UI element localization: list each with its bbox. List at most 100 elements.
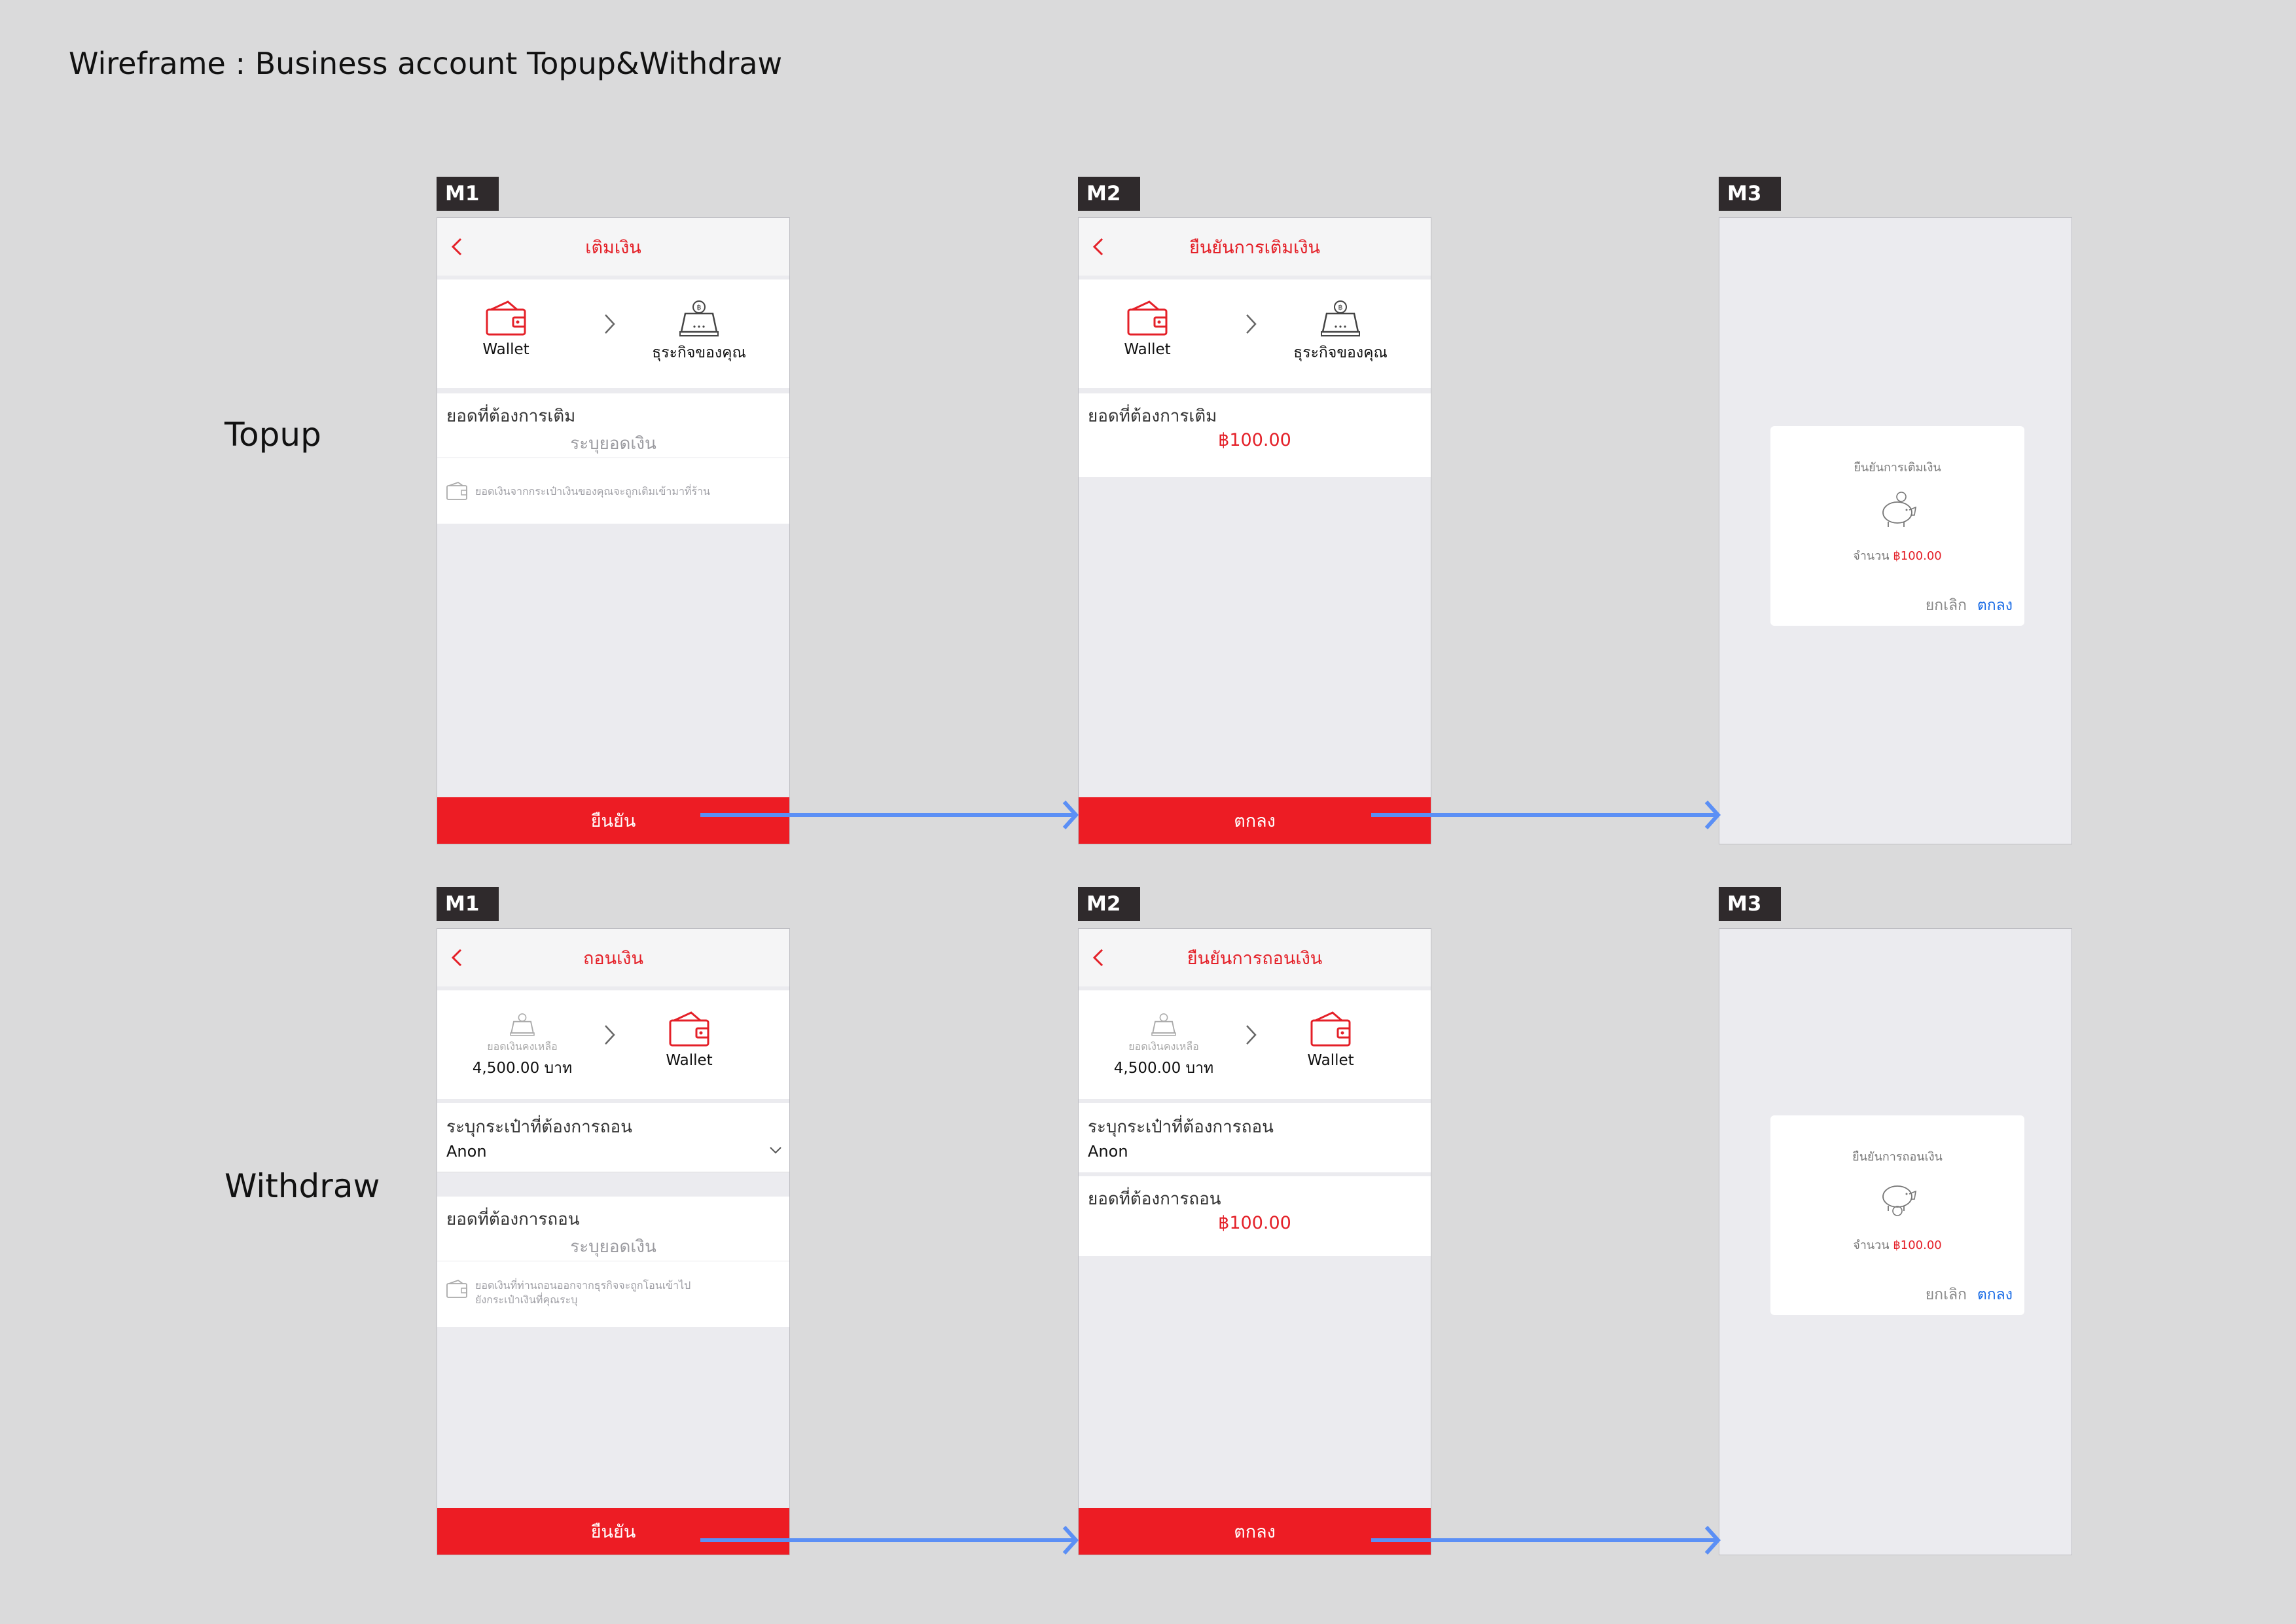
topup-m2-screen: ยืนยันการเติมเงิน Wallet ฿ ธุระกิจของคุณ xyxy=(1078,217,1431,844)
dialog-amount-label: จำนวน xyxy=(1853,1238,1890,1252)
chevron-down-icon[interactable] xyxy=(768,1145,783,1155)
screen-title: ยืนยันการเติมเงิน xyxy=(1189,237,1320,258)
amount-value: ฿100.00 xyxy=(1218,430,1291,450)
business-register-icon: ฿ xyxy=(679,300,719,336)
source-label: Wallet xyxy=(1124,341,1171,358)
source-label: Wallet xyxy=(482,341,529,358)
business-register-icon xyxy=(1151,1013,1176,1036)
confirm-dialog: ยืนยันการเติมเงิน จำนวน ฿100.00 ยกเลิก ต… xyxy=(1770,426,2024,626)
topup-m1-screen: เติมเงิน Wallet ฿ ธุระกิจของคุณ ยอดที่ต้… xyxy=(437,217,790,844)
chevron-right-icon xyxy=(605,1025,615,1045)
dialog-amount: จำนวน ฿100.00 xyxy=(1770,546,2024,565)
screen-title: ยืนยันการถอนเงิน xyxy=(1187,948,1323,969)
flow-arrow-topup-m1-m2 xyxy=(700,800,1079,830)
back-chevron-icon[interactable] xyxy=(445,234,471,260)
amount-input[interactable]: ระบุยอดเงิน xyxy=(437,1233,789,1260)
source-business: ยอดเงินคงเหลือ 4,500.00 บาท xyxy=(1105,1013,1223,1080)
dialog-title: ยืนยันการถอนเงิน xyxy=(1852,1150,1943,1164)
target-label: ธุระกิจของคุณ xyxy=(1293,344,1388,361)
chevron-right-icon xyxy=(1246,314,1257,334)
balance-value: 4,500.00 บาท xyxy=(1113,1060,1214,1077)
amount-label: ยอดที่ต้องการเติม xyxy=(446,406,576,426)
piggy-bank-icon xyxy=(1882,492,1917,527)
wallet-value: Anon xyxy=(1088,1142,1128,1161)
target-wallet: Wallet xyxy=(1301,1010,1360,1069)
nav-header: ยืนยันการเติมเงิน xyxy=(1079,218,1431,276)
amount-label: ยอดที่ต้องการถอน xyxy=(446,1210,580,1229)
back-chevron-icon[interactable] xyxy=(445,945,471,971)
amount-label: ยอดที่ต้องการถอน xyxy=(1088,1189,1221,1209)
amount-section: ยอดที่ต้องการถอน ฿100.00 xyxy=(1079,1176,1431,1256)
business-register-icon xyxy=(510,1013,535,1036)
screen-tag-topup-m1: M1 xyxy=(437,177,499,211)
piggy-bank-icon xyxy=(1882,1185,1917,1216)
wallet-label: ระบุกระเป๋าที่ต้องการถอน xyxy=(1088,1117,1274,1137)
balance-caption: ยอดเงินคงเหลือ xyxy=(1128,1040,1199,1053)
wallet-select-label: ระบุกระเป๋าที่ต้องการถอน xyxy=(446,1117,632,1137)
amount-label: ยอดที่ต้องการเติม xyxy=(1088,406,1217,426)
wallet-outline-icon xyxy=(446,481,467,500)
info-note: ยอดเงินจากกระเป๋าเงินของคุณจะถูกเติมเข้า… xyxy=(437,458,789,524)
dialog-amount-value: ฿100.00 xyxy=(1893,549,1942,563)
note-line-2: ยังกระเป๋าเงินที่คุณระบุ xyxy=(475,1293,578,1306)
target-business: ฿ ธุระกิจของคุณ xyxy=(1288,299,1393,365)
nav-header: ยืนยันการถอนเงิน xyxy=(1079,929,1431,986)
withdraw-m3-screen: ยืนยันการถอนเงิน จำนวน ฿100.00 ยกเลิก ตก… xyxy=(1719,928,2072,1555)
svg-text:฿: ฿ xyxy=(697,303,702,312)
flow-arrow-withdraw-m1-m2 xyxy=(700,1525,1079,1555)
screen-tag-withdraw-m1: M1 xyxy=(437,887,499,921)
target-business: ฿ ธุระกิจของคุณ xyxy=(647,299,751,365)
flow-arrow-topup-m2-m3 xyxy=(1371,800,1721,830)
source-wallet: Wallet xyxy=(476,299,535,358)
target-label: Wallet xyxy=(666,1052,713,1069)
wallet-select-section: ระบุกระเป๋าที่ต้องการถอน Anon xyxy=(437,1103,789,1172)
withdraw-m1-screen: ถอนเงิน ยอดเงินคงเหลือ 4,500.00 บาท Wall… xyxy=(437,928,790,1555)
target-wallet: Wallet xyxy=(660,1010,719,1069)
nav-header: เติมเงิน xyxy=(437,218,789,276)
wallet-icon xyxy=(1310,1011,1351,1047)
transfer-flow: ยอดเงินคงเหลือ 4,500.00 บาท Wallet xyxy=(1079,990,1431,1099)
screen-title: เติมเงิน xyxy=(585,237,641,258)
ok-button[interactable]: ตกลง xyxy=(1977,1283,2013,1307)
row-label-topup: Topup xyxy=(224,416,321,454)
back-chevron-icon[interactable] xyxy=(1086,234,1113,260)
wallet-select-value[interactable]: Anon xyxy=(446,1142,487,1161)
info-note: ยอดเงินที่ท่านถอนออกจากธุรกิจจะถูกโอนเข้… xyxy=(437,1261,789,1327)
source-wallet: Wallet xyxy=(1118,299,1177,358)
row-label-withdraw: Withdraw xyxy=(224,1167,380,1205)
page-title: Wireframe : Business account Topup&Withd… xyxy=(69,46,783,81)
screen-tag-withdraw-m2: M2 xyxy=(1078,887,1140,921)
withdraw-m2-screen: ยืนยันการถอนเงิน ยอดเงินคงเหลือ 4,500.00… xyxy=(1078,928,1431,1555)
amount-section: ยอดที่ต้องการถอน ระบุยอดเงิน xyxy=(437,1197,789,1261)
business-register-icon: ฿ xyxy=(1321,300,1360,336)
dialog-amount-label: จำนวน xyxy=(1853,549,1890,563)
screen-tag-withdraw-m3: M3 xyxy=(1719,887,1781,921)
dialog-amount: จำนวน ฿100.00 xyxy=(1770,1235,2024,1254)
cancel-button[interactable]: ยกเลิก xyxy=(1926,594,1967,617)
amount-section: ยอดที่ต้องการเติม ฿100.00 xyxy=(1079,393,1431,477)
transfer-flow: ยอดเงินคงเหลือ 4,500.00 บาท Wallet xyxy=(437,990,789,1099)
cancel-button[interactable]: ยกเลิก xyxy=(1926,1283,1967,1307)
chevron-right-icon xyxy=(605,314,615,334)
wallet-outline-icon xyxy=(446,1279,467,1298)
amount-input[interactable]: ระบุยอดเงิน xyxy=(437,430,789,457)
target-label: Wallet xyxy=(1307,1052,1354,1069)
wallet-icon xyxy=(669,1011,709,1047)
chevron-right-icon xyxy=(1246,1025,1257,1045)
dialog-title: ยืนยันการเติมเงิน xyxy=(1854,461,1941,475)
ok-button[interactable]: ตกลง xyxy=(1977,594,2013,617)
screen-title: ถอนเงิน xyxy=(583,948,643,969)
note-text: ยอดเงินจากกระเป๋าเงินของคุณจะถูกเติมเข้า… xyxy=(475,485,710,497)
balance-value: 4,500.00 บาท xyxy=(472,1060,573,1077)
confirm-dialog: ยืนยันการถอนเงิน จำนวน ฿100.00 ยกเลิก ตก… xyxy=(1770,1115,2024,1315)
wallet-icon xyxy=(1127,300,1168,336)
balance-caption: ยอดเงินคงเหลือ xyxy=(487,1040,558,1053)
transfer-flow: Wallet ฿ ธุระกิจของคุณ xyxy=(1079,280,1431,388)
flow-arrow-withdraw-m2-m3 xyxy=(1371,1525,1721,1555)
note-text: ยอดเงินที่ท่านถอนออกจากธุรกิจจะถูกโอนเข้… xyxy=(475,1278,770,1307)
back-chevron-icon[interactable] xyxy=(1086,945,1113,971)
screen-tag-topup-m3: M3 xyxy=(1719,177,1781,211)
screen-tag-topup-m2: M2 xyxy=(1078,177,1140,211)
topup-m3-screen: ยืนยันการเติมเงิน จำนวน ฿100.00 ยกเลิก ต… xyxy=(1719,217,2072,844)
wallet-section: ระบุกระเป๋าที่ต้องการถอน Anon xyxy=(1079,1103,1431,1172)
